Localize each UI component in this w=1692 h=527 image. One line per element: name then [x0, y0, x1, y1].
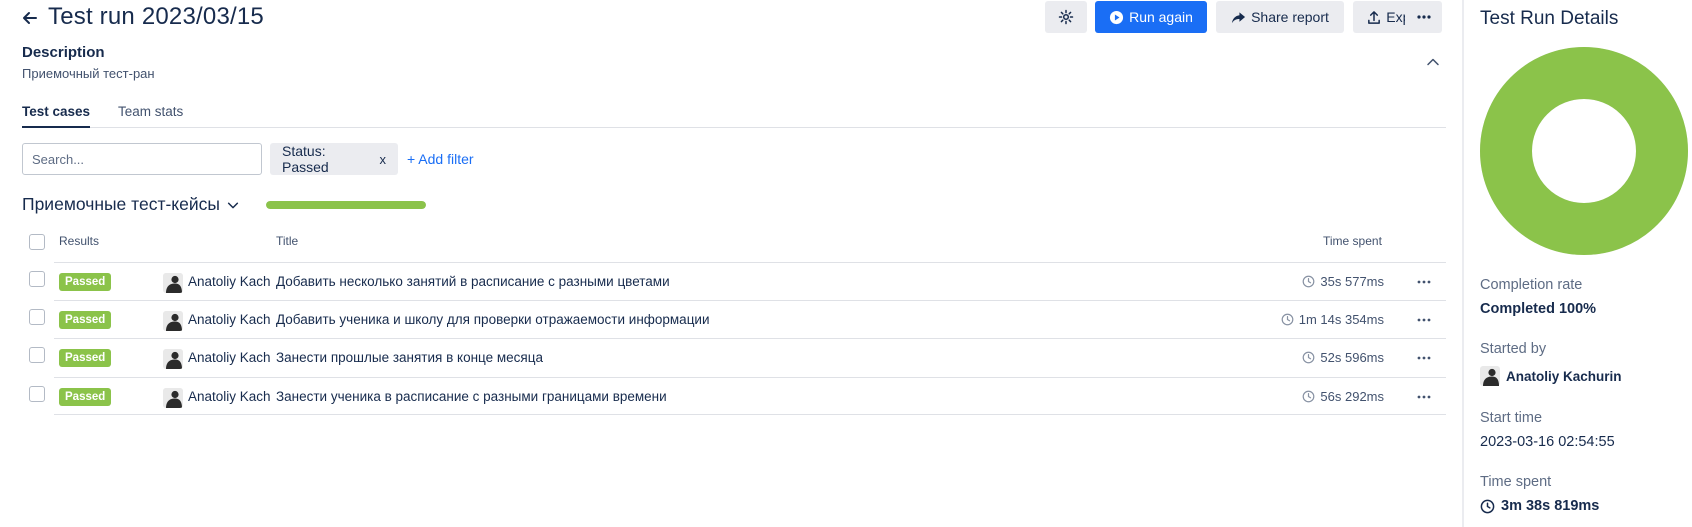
time-spent-value: 52s 596ms: [1320, 350, 1384, 365]
time-spent-cell: 56s 292ms: [1302, 389, 1384, 404]
status-badge: Passed: [59, 388, 112, 406]
status-badge: Passed: [59, 311, 112, 329]
started-by-name: Anatoliy Kachurin: [1506, 368, 1622, 384]
avatar: [1480, 366, 1500, 386]
clock-icon: [1480, 499, 1495, 513]
avatar: [163, 349, 183, 369]
assignee-name: Anatoliy Kachurin: [188, 274, 270, 289]
search-input[interactable]: [22, 143, 262, 175]
row-checkbox[interactable]: [29, 309, 45, 325]
title-header: Title: [276, 234, 299, 248]
settings-button[interactable]: [1045, 1, 1087, 33]
time-spent-header: Time spent: [1323, 234, 1382, 248]
start-time-label: Start time: [1480, 410, 1543, 426]
run-again-label: Run again: [1129, 9, 1193, 25]
time-spent-value: 56s 292ms: [1320, 389, 1384, 404]
test-case-title[interactable]: Занести ученика в расписание с разными г…: [276, 389, 667, 404]
clock-icon: [1303, 390, 1315, 403]
share-report-label: Share report: [1251, 9, 1329, 25]
started-by: Anatoliy Kachurin: [1480, 366, 1622, 386]
table-row[interactable]: Passed Anatoliy Kachurin Занести ученика в…: [54, 377, 1446, 415]
test-case-title[interactable]: Добавить ученика и школу для проверки от…: [276, 312, 710, 327]
page-title: Test run 2023/03/15: [48, 3, 264, 30]
donut-passed-arc: [1480, 47, 1688, 255]
completion-rate-label: Completion rate: [1480, 277, 1583, 293]
select-all-checkbox[interactable]: [29, 234, 45, 250]
results-header: Results: [59, 234, 100, 248]
run-again-button[interactable]: Run again: [1095, 1, 1207, 33]
description-text: Приемочный тест-ран: [22, 66, 155, 81]
chevron-up-icon[interactable]: [1425, 54, 1441, 70]
main-panel: Test run 2023/03/15 Run again Share repo…: [0, 0, 1462, 527]
group-progress-fill: [266, 201, 426, 209]
test-case-title[interactable]: Занести прошлые занятия в конце месяца: [276, 350, 543, 365]
started-by-label: Started by: [1480, 341, 1547, 357]
more-horizontal-icon[interactable]: [1416, 350, 1432, 366]
table-row[interactable]: Passed Anatoliy Kachurin Добавить ученика …: [54, 300, 1446, 338]
start-time-value: 2023-03-16 02:54:55: [1480, 434, 1615, 450]
status-badge: Passed: [59, 349, 112, 367]
filter-chip-label: Status: Passed: [282, 143, 329, 175]
chevron-down-icon: [227, 202, 239, 208]
add-filter-link[interactable]: + Add filter: [407, 151, 474, 167]
assignee-name: Anatoliy Kachurin: [188, 350, 270, 365]
description-heading: Description: [22, 44, 105, 61]
completion-donut-chart: [1480, 47, 1688, 255]
more-horizontal-icon[interactable]: [1416, 274, 1432, 290]
tab-bar: Test cases Team stats: [22, 98, 1446, 128]
group-progress-bar: [266, 201, 426, 209]
gear-icon: [1058, 9, 1074, 25]
clock-icon: [1303, 275, 1315, 288]
more-horizontal-icon[interactable]: [1416, 389, 1432, 405]
avatar: [163, 388, 183, 408]
clock-icon: [1303, 351, 1315, 364]
avatar: [163, 311, 183, 331]
status-badge: Passed: [59, 273, 112, 291]
details-panel: Test Run Details Completion rate Complet…: [1462, 0, 1692, 527]
clock-icon: [1281, 313, 1294, 326]
group-title: Приемочные тест-кейсы: [22, 194, 220, 214]
more-horizontal-icon: [1416, 15, 1431, 19]
share-report-button[interactable]: Share report: [1216, 1, 1344, 33]
assignee-name: Anatoliy Kachurin: [188, 312, 270, 327]
row-checkbox[interactable]: [29, 271, 45, 287]
avatar: [163, 273, 183, 293]
time-spent-value-row: 3m 38s 819ms: [1480, 498, 1599, 514]
row-checkbox[interactable]: [29, 347, 45, 363]
more-actions-button[interactable]: [1405, 1, 1442, 33]
time-spent-value: 1m 14s 354ms: [1298, 312, 1384, 327]
time-spent-label: Time spent: [1480, 474, 1552, 490]
time-spent-value: 35s 577ms: [1320, 274, 1384, 289]
details-title: Test Run Details: [1480, 8, 1619, 29]
filter-chip-remove[interactable]: x: [380, 152, 387, 167]
time-spent-value: 3m 38s 819ms: [1501, 498, 1600, 514]
test-case-title[interactable]: Добавить несколько занятий в расписание …: [276, 274, 670, 289]
table-row[interactable]: Passed Anatoliy Kachurin Занести прошлые з…: [54, 338, 1446, 376]
table-row[interactable]: Passed Anatoliy Kachurin Добавить нескольк…: [54, 262, 1446, 300]
upload-icon: [1368, 10, 1381, 24]
tab-test-cases[interactable]: Test cases: [22, 104, 91, 128]
more-horizontal-icon[interactable]: [1416, 312, 1432, 328]
group-header[interactable]: Приемочные тест-кейсы: [22, 194, 240, 215]
share-arrow-icon: [1232, 11, 1246, 23]
tab-team-stats[interactable]: Team stats: [118, 104, 183, 128]
time-spent-cell: 52s 596ms: [1302, 350, 1384, 365]
time-spent-cell: 35s 577ms: [1302, 274, 1384, 289]
play-circle-icon: [1110, 10, 1124, 24]
completion-rate-value: Completed 100%: [1480, 301, 1597, 317]
time-spent-cell: 1m 14s 354ms: [1281, 312, 1384, 327]
assignee-name: Anatoliy Kachurin: [188, 389, 270, 404]
arrow-left-icon[interactable]: [20, 8, 40, 28]
row-checkbox[interactable]: [29, 386, 45, 402]
filter-chip-status[interactable]: Status: Passed x: [270, 143, 398, 175]
